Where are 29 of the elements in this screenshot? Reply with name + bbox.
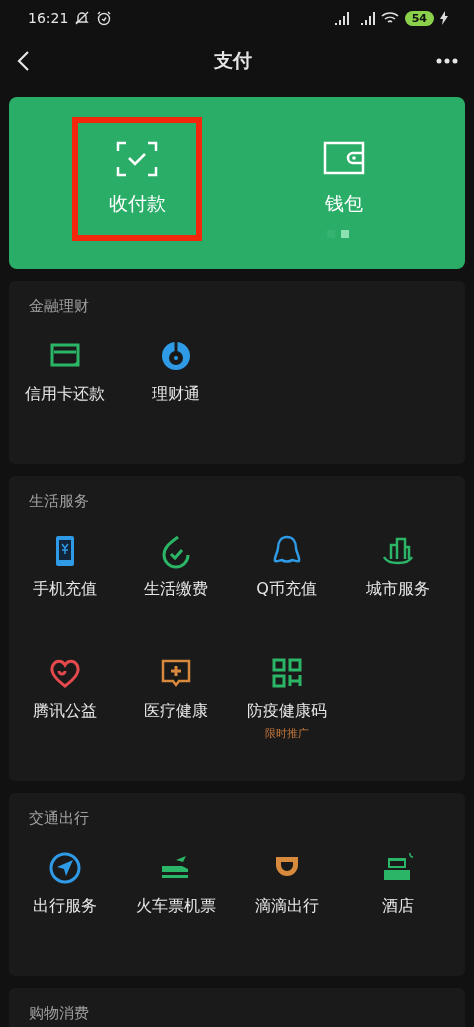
back-icon[interactable] — [16, 50, 30, 72]
service-item[interactable]: 滴滴出行 — [254, 896, 319, 917]
section-title: 金融理财 — [28, 297, 90, 316]
service-item[interactable]: 医疗健康 — [143, 701, 208, 722]
service-item[interactable]: 火车票机票 — [135, 896, 216, 917]
charging-icon — [440, 11, 448, 25]
service-item[interactable]: 腾讯公益 — [32, 701, 97, 722]
service-item[interactable]: Q币充值 — [256, 579, 317, 600]
service-item[interactable]: 防疫健康码 — [246, 701, 327, 722]
service-item[interactable]: 出行服务 — [32, 896, 97, 917]
alarm-icon — [96, 10, 113, 26]
status-time: 16:21 — [28, 10, 69, 26]
bell-off-icon — [74, 10, 91, 26]
section-title: 生活服务 — [28, 492, 90, 511]
service-item[interactable]: 城市服务 — [365, 579, 430, 600]
section-title: 购物消费 — [28, 1004, 90, 1023]
page-title: 支付 — [214, 48, 252, 73]
wallet-icon[interactable] — [323, 141, 365, 177]
scan-check-icon[interactable] — [116, 141, 158, 177]
service-item[interactable]: 酒店 — [381, 896, 414, 917]
service-item[interactable]: 信用卡还款 — [24, 384, 105, 405]
promo-label: 限时推广 — [264, 726, 309, 741]
service-item[interactable]: 生活缴费 — [143, 579, 208, 600]
battery-indicator: 54 — [404, 10, 434, 26]
service-item[interactable]: 理财通 — [151, 384, 200, 405]
service-item[interactable]: 手机充值 — [32, 579, 97, 600]
more-icon[interactable] — [436, 58, 458, 64]
wifi-icon — [380, 11, 399, 25]
section-title: 交通出行 — [28, 809, 90, 828]
